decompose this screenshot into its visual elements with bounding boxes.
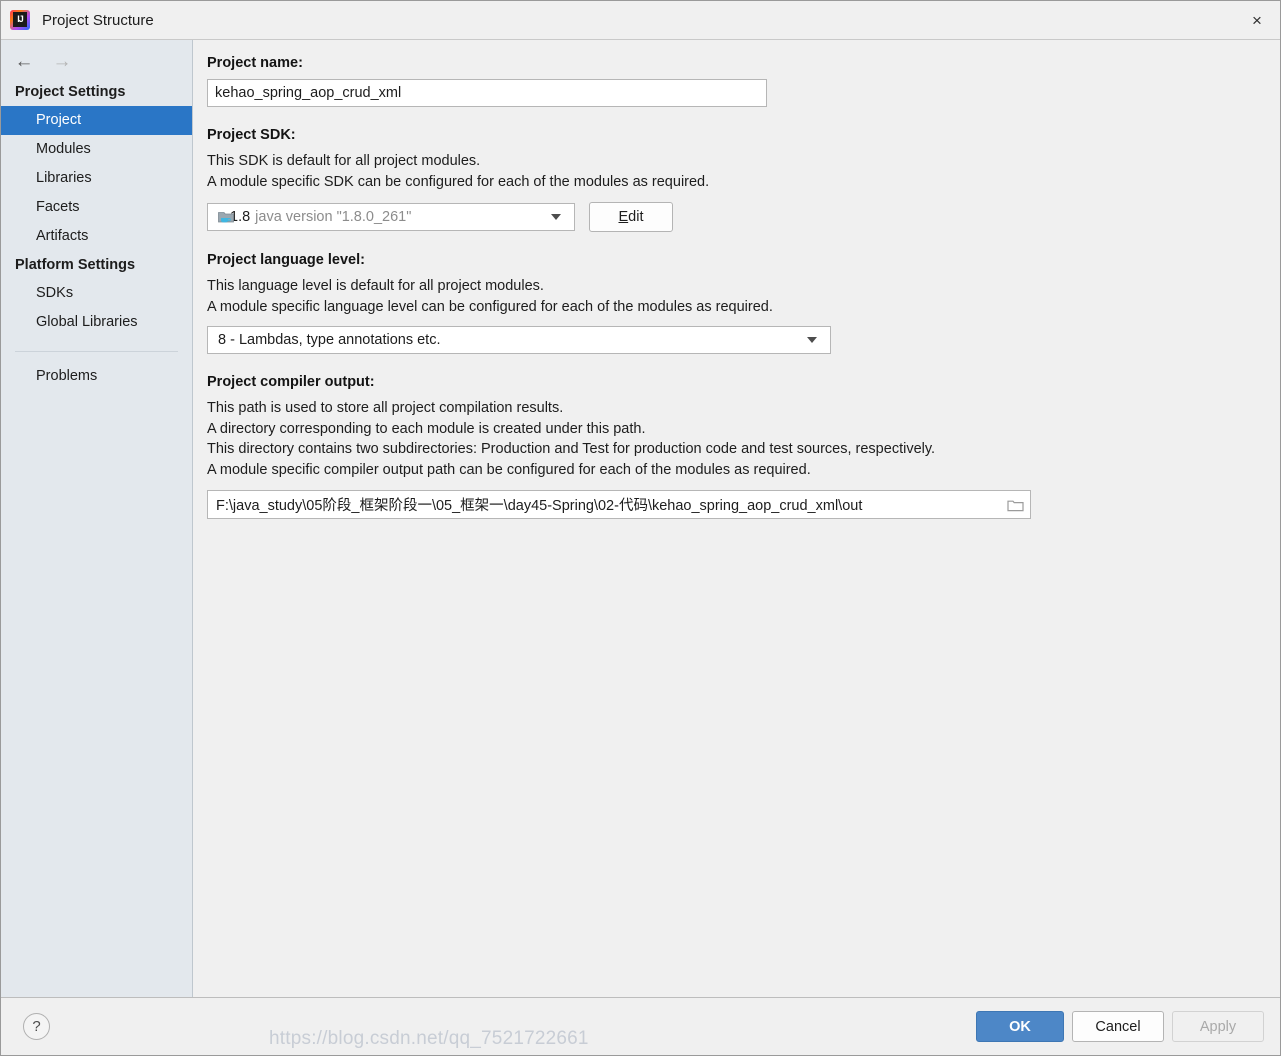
sidebar-item-artifacts[interactable]: Artifacts (1, 222, 192, 251)
close-icon[interactable]: × (1234, 1, 1280, 39)
sidebar-divider (15, 351, 178, 352)
project-sdk-desc-line-1: This SDK is default for all project modu… (207, 153, 481, 169)
edit-button-label-rest: dit (628, 209, 644, 225)
compiler-output-label: Project compiler output: (207, 374, 375, 390)
sidebar-group-platform-settings: Platform Settings (15, 257, 136, 273)
language-level-dropdown[interactable]: 8 - Lambdas, type annotations etc. (207, 326, 831, 354)
compiler-output-section: Project compiler output: This path is us… (207, 373, 1264, 519)
compiler-output-desc-line-4: A module specific compiler output path c… (207, 461, 811, 478)
edit-sdk-button[interactable]: Edit (589, 202, 673, 232)
sidebar-item-sdks[interactable]: SDKs (1, 279, 192, 308)
settings-sidebar: ← → Project Settings Project Modules Lib… (1, 40, 193, 997)
watermark-text: https://blog.csdn.net/qq_7521722661 (269, 1028, 589, 1049)
project-name-input[interactable]: kehao_spring_aop_crud_xml (207, 79, 767, 107)
forward-arrow-icon[interactable]: → (51, 50, 73, 72)
compiler-output-desc-line-1: This path is used to store all project c… (207, 400, 564, 416)
language-level-desc-line-1: This language level is default for all p… (207, 278, 544, 294)
compiler-output-desc-line-2: A directory corresponding to each module… (207, 420, 646, 437)
title-bar: Project Structure × (1, 1, 1280, 39)
sidebar-group-project-settings: Project Settings (15, 84, 126, 100)
dialog-footer: ? OK Cancel Apply https://blog.csdn.net/… (1, 997, 1280, 1055)
window-title: Project Structure (42, 11, 154, 29)
project-sdk-dropdown[interactable]: 1.8 java version "1.8.0_261" (207, 203, 575, 231)
project-sdk-section: Project SDK: This SDK is default for all… (207, 126, 1264, 232)
sidebar-item-global-libraries[interactable]: Global Libraries (1, 308, 192, 337)
sidebar-item-facets[interactable]: Facets (1, 193, 192, 222)
language-level-section: Project language level: This language le… (207, 251, 1264, 354)
chevron-down-icon (551, 214, 561, 220)
navigation-arrows: ← → (1, 44, 192, 78)
folder-browse-icon[interactable] (1000, 498, 1030, 512)
dialog-body: ← → Project Settings Project Modules Lib… (1, 39, 1280, 997)
language-level-label: Project language level: (207, 252, 365, 268)
project-sdk-value: 1.8 java version "1.8.0_261" (230, 209, 551, 225)
java-sdk-folder-icon (218, 212, 234, 223)
help-button[interactable]: ? (23, 1013, 50, 1040)
sidebar-item-libraries[interactable]: Libraries (1, 164, 192, 193)
sidebar-item-problems[interactable]: Problems (1, 362, 192, 391)
cut-off-background-content (1, 1051, 1280, 1055)
project-sdk-description: java version "1.8.0_261" (255, 209, 412, 225)
chevron-down-icon (807, 337, 817, 343)
sidebar-item-project[interactable]: Project (1, 106, 192, 135)
cancel-button[interactable]: Cancel (1072, 1011, 1164, 1042)
project-sdk-row: 1.8 java version "1.8.0_261" Edit (207, 202, 1264, 232)
project-sdk-desc-line-2: A module specific SDK can be configured … (207, 173, 710, 190)
compiler-output-desc-line-3: This directory contains two subdirectori… (207, 441, 936, 457)
edit-button-mnemonic: E (618, 209, 629, 225)
language-level-desc-line-2: A module specific language level can be … (207, 298, 773, 315)
back-arrow-icon[interactable]: ← (13, 50, 35, 72)
intellij-idea-icon (10, 10, 30, 30)
project-name-section: Project name: kehao_spring_aop_crud_xml (207, 54, 1264, 107)
ok-button[interactable]: OK (976, 1011, 1064, 1042)
compiler-output-path-value: F:\java_study\05阶段_框架阶段一\05_框架一\day45-Sp… (216, 498, 863, 514)
language-level-value: 8 - Lambdas, type annotations etc. (218, 332, 441, 348)
apply-button[interactable]: Apply (1172, 1011, 1264, 1042)
project-name-label: Project name: (207, 55, 303, 71)
project-structure-dialog: Project Structure × ← → Project Settings… (0, 0, 1281, 1056)
sidebar-item-modules[interactable]: Modules (1, 135, 192, 164)
project-settings-panel: Project name: kehao_spring_aop_crud_xml … (193, 40, 1280, 997)
compiler-output-path-field[interactable]: F:\java_study\05阶段_框架阶段一\05_框架一\day45-Sp… (207, 490, 1031, 519)
project-sdk-label: Project SDK: (207, 127, 296, 143)
